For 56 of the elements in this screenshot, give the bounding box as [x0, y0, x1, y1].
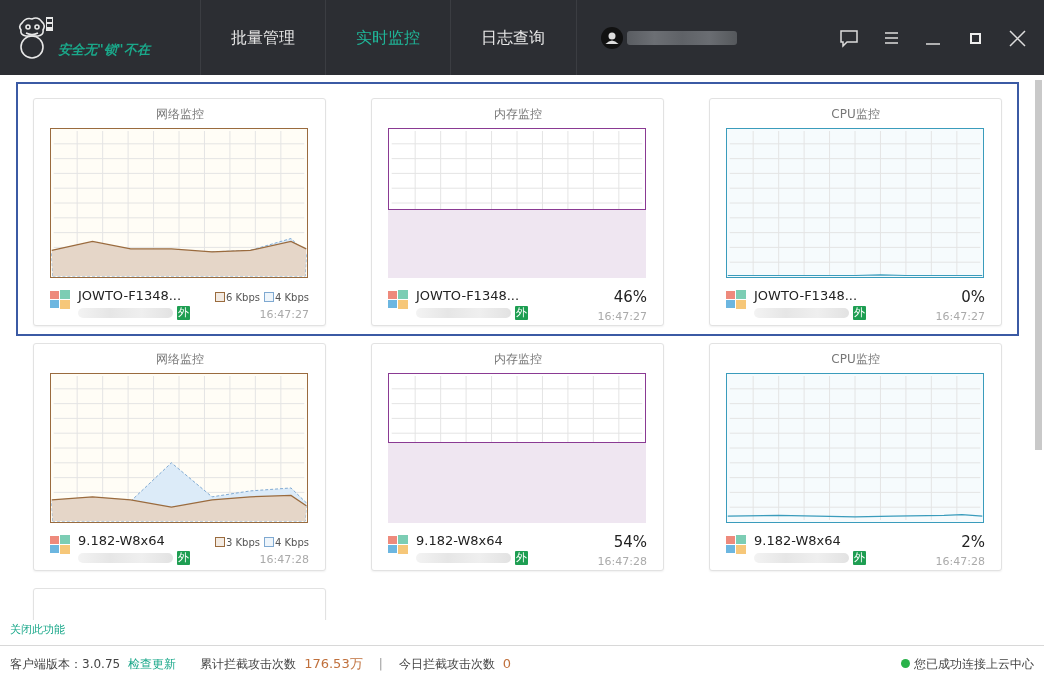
usage-reading: 2% [961, 532, 985, 553]
host-name: JOWTO-F1348... [78, 287, 183, 305]
card-title: 内存监控 [492, 106, 543, 123]
message-icon[interactable] [839, 27, 859, 48]
host-name: 9.182-W8x64 [416, 532, 504, 550]
usage-reading: 0% [961, 287, 985, 308]
host-name: 9.182-W8x64 [754, 532, 842, 550]
update-time: 16:47:28 [935, 553, 985, 570]
external-badge: 外 [515, 305, 528, 320]
update-time: 16:47:27 [597, 308, 647, 325]
lion-logo-icon [16, 14, 54, 61]
nav-tab[interactable]: 实时监控 [325, 0, 450, 75]
usage-reading: 46% [613, 287, 647, 308]
update-time: 16:47:28 [597, 553, 647, 570]
logo-text: 安全无"锁"不在 [58, 40, 150, 59]
windows-logo-icon [726, 290, 746, 310]
update-time: 16:47:27 [259, 307, 309, 323]
nav-tab[interactable]: 批量管理 [200, 0, 325, 75]
windows-logo-icon [50, 535, 70, 555]
windows-logo-icon [388, 290, 408, 310]
external-badge: 外 [853, 550, 866, 565]
close-icon[interactable] [1007, 27, 1027, 48]
host-name: 9.182-W8x64 [78, 532, 166, 550]
card-title: 网络监控 [154, 351, 205, 368]
windows-logo-icon [726, 535, 746, 555]
selected-row-frame[interactable]: 网络监控 JOWTO-F1348... 外 6 Kbps 4 Kbps 16:47:27 内存监控 JOWTO-F1348... 外 46% 16:47:27 CPU监控 JOWTO-F1348... 外 0% 16:47:27 [16, 82, 1019, 336]
card-title: 网络监控 [154, 106, 205, 123]
host-name: JOWTO-F1348... [416, 287, 521, 305]
external-badge: 外 [177, 305, 190, 320]
card-title: CPU监控 [830, 106, 881, 123]
external-badge: 外 [177, 550, 190, 565]
legend-item: 6 Kbps [214, 290, 260, 305]
separator: | [378, 655, 383, 673]
update-time: 16:47:28 [259, 552, 309, 568]
status-dot [901, 659, 910, 668]
windows-logo-icon [50, 290, 70, 310]
today-blocked-count: 0 [502, 654, 511, 673]
total-blocked-label: 累计拦截攻击次数 [200, 655, 297, 673]
connection-status: 您已成功连接上云中心 [914, 655, 1034, 673]
external-badge: 外 [515, 550, 528, 565]
usage-reading: 54% [613, 532, 647, 553]
today-blocked-label: 今日拦截攻击次数 [398, 655, 495, 673]
external-badge: 外 [853, 305, 866, 320]
avatar-icon[interactable] [601, 26, 623, 49]
host-name: JOWTO-F1348... [754, 287, 859, 305]
card-title: CPU监控 [830, 351, 881, 368]
update-time: 16:47:27 [935, 308, 985, 325]
legend-item: 4 Kbps [264, 535, 309, 550]
nav-tab[interactable]: 日志查询 [450, 0, 575, 75]
card-title: 内存监控 [492, 351, 543, 368]
version-text: 客户端版本：3.0.75 [10, 655, 121, 673]
legend-item: 4 Kbps [264, 290, 309, 305]
scrollbar-thumb[interactable] [1035, 80, 1042, 450]
windows-logo-icon [388, 535, 408, 555]
total-blocked-count: 176.53万 [304, 654, 363, 673]
legend-item: 3 Kbps [214, 535, 260, 550]
